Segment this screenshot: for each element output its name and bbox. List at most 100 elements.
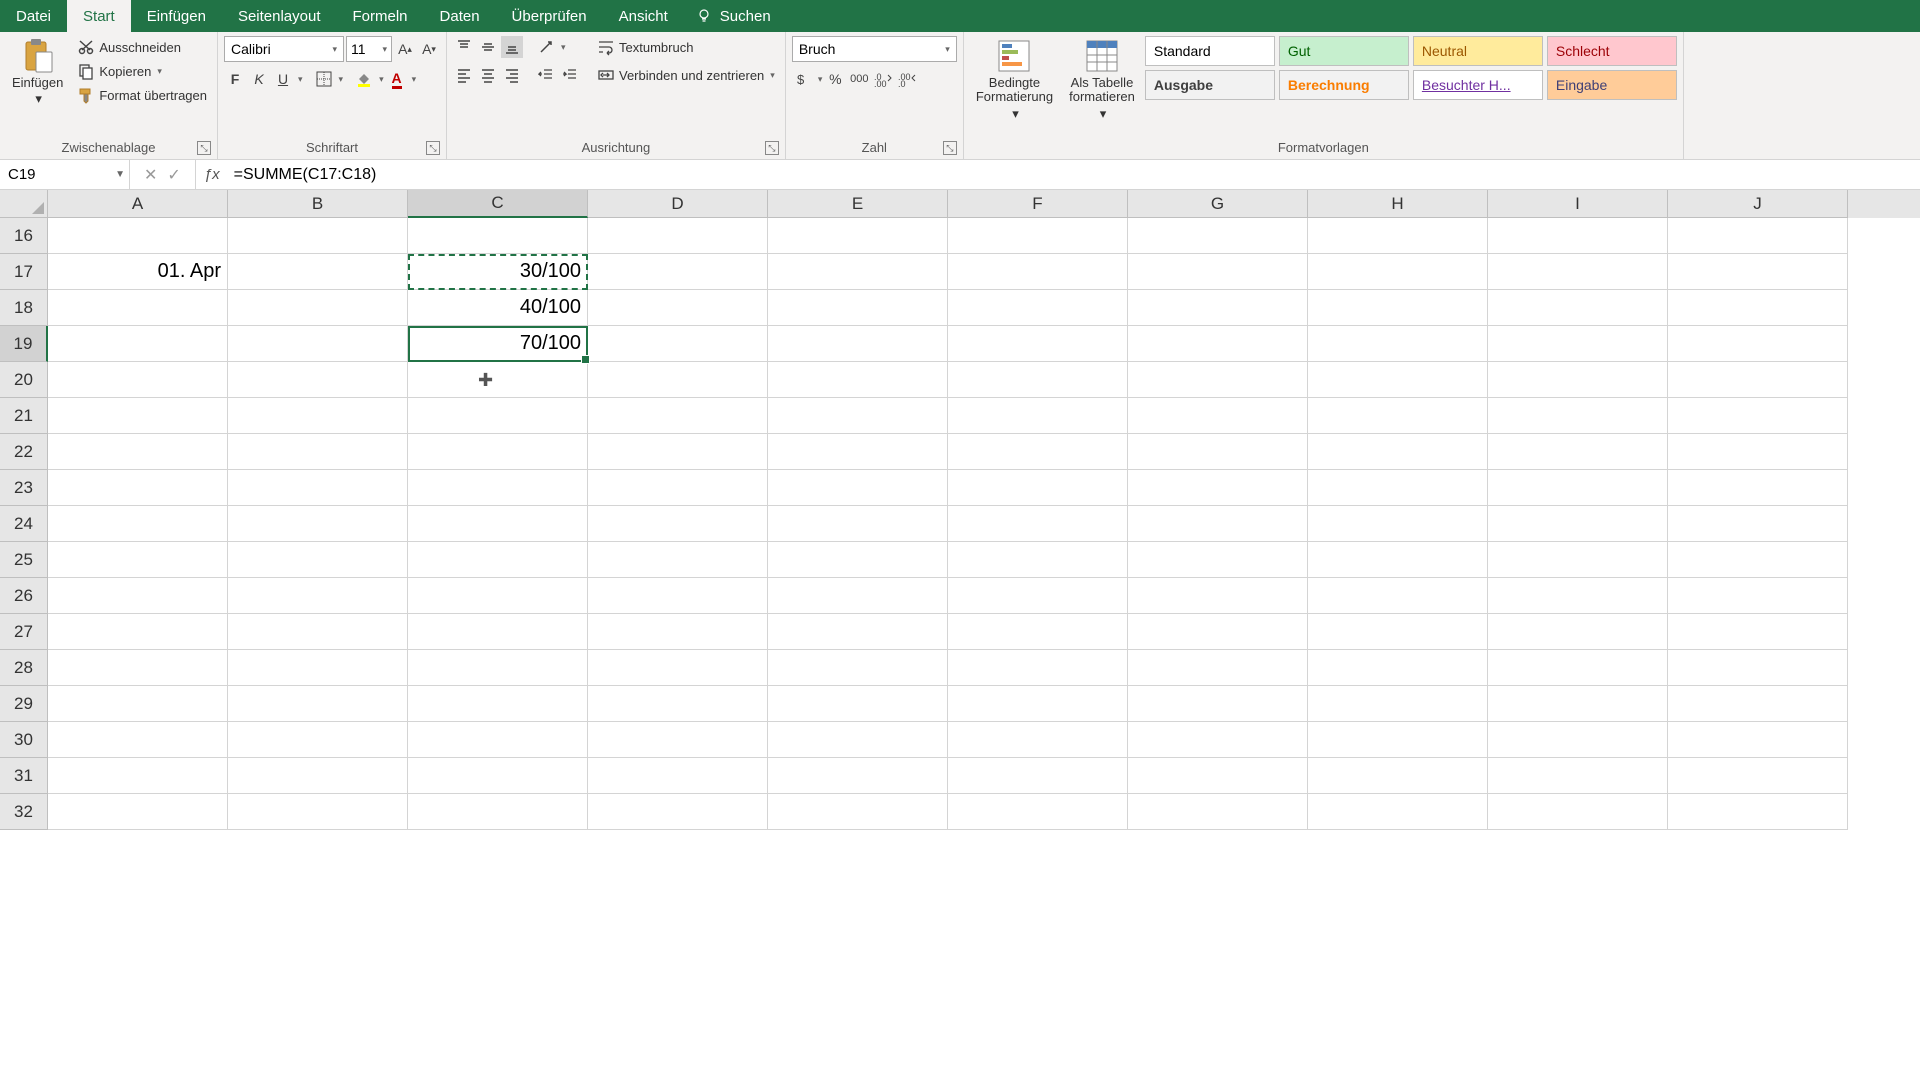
cell-B20[interactable] bbox=[228, 362, 408, 398]
select-all-corner[interactable] bbox=[0, 190, 48, 218]
increase-indent-button[interactable] bbox=[559, 64, 581, 86]
cell-A25[interactable] bbox=[48, 542, 228, 578]
merge-center-button[interactable]: Verbinden und zentrieren▾ bbox=[593, 64, 779, 86]
col-header-I[interactable]: I bbox=[1488, 190, 1668, 218]
cell-J16[interactable] bbox=[1668, 218, 1848, 254]
cell-I20[interactable] bbox=[1488, 362, 1668, 398]
cell-styles-gallery[interactable]: Standard Gut Neutral Schlecht Ausgabe Be… bbox=[1145, 36, 1677, 100]
cell-D26[interactable] bbox=[588, 578, 768, 614]
style-gut[interactable]: Gut bbox=[1279, 36, 1409, 66]
cell-G25[interactable] bbox=[1128, 542, 1308, 578]
cell-F27[interactable] bbox=[948, 614, 1128, 650]
cell-A21[interactable] bbox=[48, 398, 228, 434]
cell-C23[interactable] bbox=[408, 470, 588, 506]
cell-B17[interactable] bbox=[228, 254, 408, 290]
row-header-23[interactable]: 23 bbox=[0, 470, 48, 506]
cell-C18[interactable]: 40/100 bbox=[408, 290, 588, 326]
cell-F20[interactable] bbox=[948, 362, 1128, 398]
tab-formeln[interactable]: Formeln bbox=[337, 0, 424, 32]
row-header-32[interactable]: 32 bbox=[0, 794, 48, 830]
cell-I28[interactable] bbox=[1488, 650, 1668, 686]
cell-A28[interactable] bbox=[48, 650, 228, 686]
bold-button[interactable]: F bbox=[224, 68, 246, 90]
cell-C27[interactable] bbox=[408, 614, 588, 650]
borders-button[interactable] bbox=[313, 68, 335, 90]
cell-J31[interactable] bbox=[1668, 758, 1848, 794]
row-header-21[interactable]: 21 bbox=[0, 398, 48, 434]
cell-J18[interactable] bbox=[1668, 290, 1848, 326]
conditional-formatting-button[interactable]: Bedingte Formatierung▾ bbox=[970, 36, 1059, 123]
cell-J17[interactable] bbox=[1668, 254, 1848, 290]
align-right-button[interactable] bbox=[501, 64, 523, 86]
cell-G19[interactable] bbox=[1128, 326, 1308, 362]
cell-D25[interactable] bbox=[588, 542, 768, 578]
cell-H24[interactable] bbox=[1308, 506, 1488, 542]
cell-A31[interactable] bbox=[48, 758, 228, 794]
tab-ansicht[interactable]: Ansicht bbox=[603, 0, 684, 32]
cell-C29[interactable] bbox=[408, 686, 588, 722]
number-launcher[interactable]: ⤡ bbox=[943, 141, 957, 155]
style-eingabe[interactable]: Eingabe bbox=[1547, 70, 1677, 100]
cell-A20[interactable] bbox=[48, 362, 228, 398]
cell-A18[interactable] bbox=[48, 290, 228, 326]
row-header-29[interactable]: 29 bbox=[0, 686, 48, 722]
tab-seitenlayout[interactable]: Seitenlayout bbox=[222, 0, 337, 32]
align-top-button[interactable] bbox=[453, 36, 475, 58]
decrease-font-button[interactable]: A▾ bbox=[418, 38, 440, 60]
copy-button[interactable]: Kopieren▾ bbox=[73, 60, 211, 82]
cell-J19[interactable] bbox=[1668, 326, 1848, 362]
cell-E17[interactable] bbox=[768, 254, 948, 290]
cell-F31[interactable] bbox=[948, 758, 1128, 794]
thousands-button[interactable]: 000 bbox=[848, 68, 870, 90]
cell-D30[interactable] bbox=[588, 722, 768, 758]
font-name-select[interactable]: Calibri▾ bbox=[224, 36, 344, 62]
italic-button[interactable]: K bbox=[248, 68, 270, 90]
cell-E27[interactable] bbox=[768, 614, 948, 650]
cell-A30[interactable] bbox=[48, 722, 228, 758]
cell-J22[interactable] bbox=[1668, 434, 1848, 470]
cell-D17[interactable] bbox=[588, 254, 768, 290]
cell-J20[interactable] bbox=[1668, 362, 1848, 398]
cell-E32[interactable] bbox=[768, 794, 948, 830]
cell-G31[interactable] bbox=[1128, 758, 1308, 794]
row-header-31[interactable]: 31 bbox=[0, 758, 48, 794]
cell-I29[interactable] bbox=[1488, 686, 1668, 722]
row-header-16[interactable]: 16 bbox=[0, 218, 48, 254]
increase-font-button[interactable]: A▴ bbox=[394, 38, 416, 60]
cell-G27[interactable] bbox=[1128, 614, 1308, 650]
orientation-button[interactable] bbox=[535, 36, 557, 58]
font-size-select[interactable]: 11▾ bbox=[346, 36, 392, 62]
cell-G16[interactable] bbox=[1128, 218, 1308, 254]
cell-C30[interactable] bbox=[408, 722, 588, 758]
cell-F29[interactable] bbox=[948, 686, 1128, 722]
cell-H28[interactable] bbox=[1308, 650, 1488, 686]
style-standard[interactable]: Standard bbox=[1145, 36, 1275, 66]
cell-F19[interactable] bbox=[948, 326, 1128, 362]
font-launcher[interactable]: ⤡ bbox=[426, 141, 440, 155]
style-besuchter[interactable]: Besuchter H... bbox=[1413, 70, 1543, 100]
cell-F23[interactable] bbox=[948, 470, 1128, 506]
style-neutral[interactable]: Neutral bbox=[1413, 36, 1543, 66]
cell-J27[interactable] bbox=[1668, 614, 1848, 650]
cell-C19[interactable]: 70/100 bbox=[408, 326, 588, 362]
cell-D16[interactable] bbox=[588, 218, 768, 254]
cell-E18[interactable] bbox=[768, 290, 948, 326]
cell-G29[interactable] bbox=[1128, 686, 1308, 722]
cell-H26[interactable] bbox=[1308, 578, 1488, 614]
cut-button[interactable]: Ausschneiden bbox=[73, 36, 211, 58]
cell-G26[interactable] bbox=[1128, 578, 1308, 614]
currency-button[interactable]: $ bbox=[792, 68, 814, 90]
cell-D19[interactable] bbox=[588, 326, 768, 362]
cell-I17[interactable] bbox=[1488, 254, 1668, 290]
cell-F16[interactable] bbox=[948, 218, 1128, 254]
align-bottom-button[interactable] bbox=[501, 36, 523, 58]
style-schlecht[interactable]: Schlecht bbox=[1547, 36, 1677, 66]
cell-F25[interactable] bbox=[948, 542, 1128, 578]
tab-datei[interactable]: Datei bbox=[0, 0, 67, 32]
cell-E31[interactable] bbox=[768, 758, 948, 794]
cell-F22[interactable] bbox=[948, 434, 1128, 470]
cell-E21[interactable] bbox=[768, 398, 948, 434]
cell-A22[interactable] bbox=[48, 434, 228, 470]
cell-C32[interactable] bbox=[408, 794, 588, 830]
cell-I18[interactable] bbox=[1488, 290, 1668, 326]
